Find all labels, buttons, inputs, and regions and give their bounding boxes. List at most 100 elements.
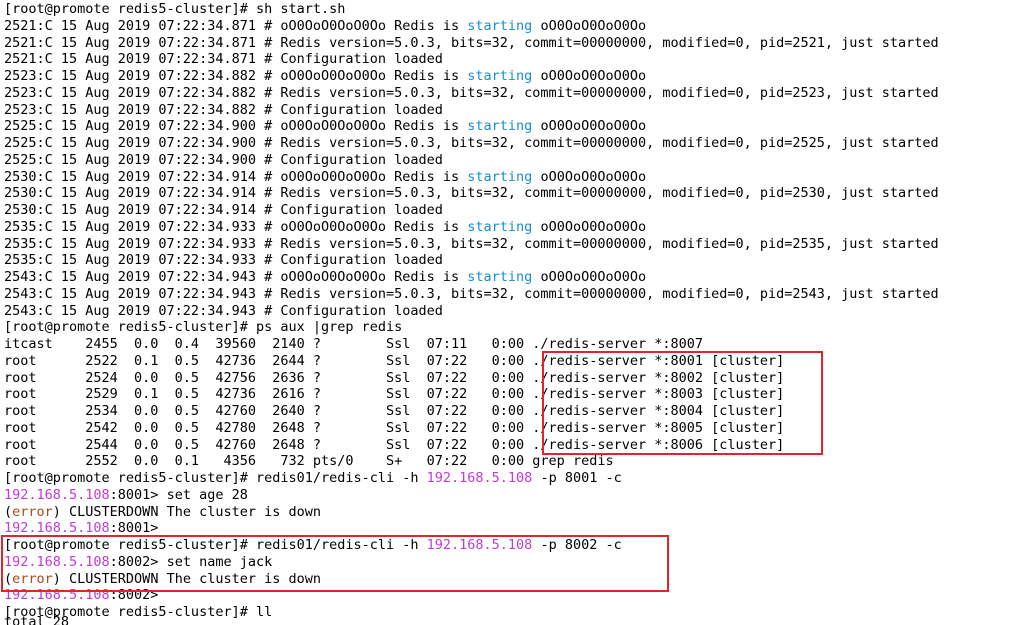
status-word: starting xyxy=(467,118,533,135)
line-text: 2525:C 15 Aug 2019 07:22:34.900 # Config… xyxy=(4,151,443,168)
terminal-line: 2521:C 15 Aug 2019 07:22:34.871 # oO0OoO… xyxy=(4,18,1033,35)
line-text: 2525:C 15 Aug 2019 07:22:34.900 # Redis … xyxy=(4,135,939,151)
terminal-line: 2523:C 15 Aug 2019 07:22:34.882 # Redis … xyxy=(4,85,1033,102)
host-ip: 192.168.5.108 xyxy=(426,470,533,486)
terminal-line: [root@promote redis5-cluster]# redis01/r… xyxy=(4,537,1033,554)
terminal-line: 2523:C 15 Aug 2019 07:22:34.882 # Config… xyxy=(4,102,1033,119)
host-ip: 192.168.5.108 xyxy=(4,486,110,503)
line-text: 2530:C 15 Aug 2019 07:22:34.914 # Redis … xyxy=(4,185,939,202)
line-text: 2543:C 15 Aug 2019 07:22:34.943 # Config… xyxy=(4,302,443,319)
line-text: [root@promote redis5-cluster]# redis01/r… xyxy=(4,537,427,553)
error-label: error xyxy=(12,570,53,587)
terminal-line: 192.168.5.108:8001> xyxy=(4,520,1033,537)
line-text: 2543:C 15 Aug 2019 07:22:34.943 # Redis … xyxy=(4,285,939,302)
line-text: ( xyxy=(4,503,13,520)
line-text: 2521:C 15 Aug 2019 07:22:34.871 # Redis … xyxy=(4,34,939,51)
terminal-line: 2521:C 15 Aug 2019 07:22:34.871 # Redis … xyxy=(4,35,1033,52)
terminal-line: 2530:C 15 Aug 2019 07:22:34.914 # oO0OoO… xyxy=(4,169,1033,186)
terminal-line: 2523:C 15 Aug 2019 07:22:34.882 # oO0OoO… xyxy=(4,68,1033,85)
line-text: 2523:C 15 Aug 2019 07:22:34.882 # oO0OoO… xyxy=(4,68,468,84)
terminal-line: 2525:C 15 Aug 2019 07:22:34.900 # Redis … xyxy=(4,135,1033,152)
terminal-line: 192.168.5.108:8001> set age 28 xyxy=(4,487,1033,504)
terminal-line: 2521:C 15 Aug 2019 07:22:34.871 # Config… xyxy=(4,51,1033,68)
terminal-line: root 2522 0.1 0.5 42736 2644 ? Ssl 07:22… xyxy=(4,353,1033,370)
terminal-line: 2543:C 15 Aug 2019 07:22:34.943 # oO0OoO… xyxy=(4,269,1033,286)
terminal-line: root 2524 0.0 0.5 42756 2636 ? Ssl 07:22… xyxy=(4,370,1033,387)
line-text: [root@promote redis5-cluster]# redis01/r… xyxy=(4,470,427,486)
status-word: starting xyxy=(467,269,533,285)
status-word: starting xyxy=(467,17,533,34)
line-text: oO0OoO0OoO0Oo xyxy=(532,269,647,285)
terminal-window[interactable]: [root@promote redis5-cluster]# sh start.… xyxy=(0,0,1033,625)
terminal-line: 192.168.5.108:8002> xyxy=(4,587,1033,604)
terminal-line: 192.168.5.108:8002> set name jack xyxy=(4,554,1033,571)
host-ip: 192.168.5.108 xyxy=(4,587,110,604)
line-text: -p 8002 -c xyxy=(532,537,622,553)
line-text: root 2544 0.0 0.5 42760 2648 ? Ssl 07:22… xyxy=(4,436,785,453)
line-text: :8002> set name jack xyxy=(109,553,273,570)
line-text: 2521:C 15 Aug 2019 07:22:34.871 # Config… xyxy=(4,51,443,68)
terminal-line: 2530:C 15 Aug 2019 07:22:34.914 # Config… xyxy=(4,202,1033,219)
terminal-line: [root@promote redis5-cluster]# ll xyxy=(4,604,1033,621)
line-text: root 2522 0.1 0.5 42736 2644 ? Ssl 07:22… xyxy=(4,352,785,369)
terminal-line: itcast 2455 0.0 0.4 39560 2140 ? Ssl 07:… xyxy=(4,336,1033,353)
terminal-partial-line: total 28 xyxy=(4,614,70,625)
line-text: root 2534 0.0 0.5 42760 2640 ? Ssl 07:22… xyxy=(4,403,785,419)
line-text: :8001> set age 28 xyxy=(109,486,248,503)
line-text: 2543:C 15 Aug 2019 07:22:34.943 # oO0OoO… xyxy=(4,269,468,285)
line-text: ) CLUSTERDOWN The cluster is down xyxy=(52,503,321,520)
line-text: [root@promote redis5-cluster]# ps aux |g… xyxy=(4,319,403,336)
line-text: 2530:C 15 Aug 2019 07:22:34.914 # Config… xyxy=(4,202,443,218)
line-text: root 2529 0.1 0.5 42736 2616 ? Ssl 07:22… xyxy=(4,386,785,403)
terminal-line: 2525:C 15 Aug 2019 07:22:34.900 # oO0OoO… xyxy=(4,118,1033,135)
line-text: root 2524 0.0 0.5 42756 2636 ? Ssl 07:22… xyxy=(4,369,785,386)
terminal-line: [root@promote redis5-cluster]# redis01/r… xyxy=(4,470,1033,487)
terminal-line: (error) CLUSTERDOWN The cluster is down xyxy=(4,504,1033,521)
terminal-line: (error) CLUSTERDOWN The cluster is down xyxy=(4,571,1033,588)
line-text: ( xyxy=(4,570,13,587)
line-text: 2523:C 15 Aug 2019 07:22:34.882 # Config… xyxy=(4,101,443,118)
line-text: root 2552 0.0 0.1 4356 732 pts/0 S+ 07:2… xyxy=(4,453,614,470)
terminal-line: root 2529 0.1 0.5 42736 2616 ? Ssl 07:22… xyxy=(4,386,1033,403)
host-ip: 192.168.5.108 xyxy=(4,520,110,537)
terminal-line: root 2534 0.0 0.5 42760 2640 ? Ssl 07:22… xyxy=(4,403,1033,420)
terminal-line: 2535:C 15 Aug 2019 07:22:34.933 # Redis … xyxy=(4,236,1033,253)
host-ip: 192.168.5.108 xyxy=(426,537,533,553)
terminal-line: 2530:C 15 Aug 2019 07:22:34.914 # Redis … xyxy=(4,185,1033,202)
error-label: error xyxy=(12,503,53,520)
line-text: oO0OoO0OoO0Oo xyxy=(532,68,647,84)
line-text: oO0OoO0OoO0Oo xyxy=(532,17,647,34)
line-text: 2535:C 15 Aug 2019 07:22:34.933 # oO0OoO… xyxy=(4,218,468,235)
terminal-line: [root@promote redis5-cluster]# ps aux |g… xyxy=(4,319,1033,336)
host-ip: 192.168.5.108 xyxy=(4,553,110,570)
line-text: 2523:C 15 Aug 2019 07:22:34.882 # Redis … xyxy=(4,84,939,101)
terminal-line: root 2544 0.0 0.5 42760 2648 ? Ssl 07:22… xyxy=(4,437,1033,454)
line-text: 2535:C 15 Aug 2019 07:22:34.933 # Redis … xyxy=(4,235,939,252)
terminal-line: root 2552 0.0 0.1 4356 732 pts/0 S+ 07:2… xyxy=(4,453,1033,470)
status-word: starting xyxy=(467,68,533,84)
line-text: root 2542 0.0 0.5 42780 2648 ? Ssl 07:22… xyxy=(4,419,785,436)
terminal-line: 2535:C 15 Aug 2019 07:22:34.933 # oO0OoO… xyxy=(4,219,1033,236)
line-text: oO0OoO0OoO0Oo xyxy=(532,168,647,185)
terminal-line: 2535:C 15 Aug 2019 07:22:34.933 # Config… xyxy=(4,252,1033,269)
line-text: :8002> xyxy=(109,587,159,604)
terminal-line: root 2542 0.0 0.5 42780 2648 ? Ssl 07:22… xyxy=(4,420,1033,437)
terminal-output: [root@promote redis5-cluster]# sh start.… xyxy=(4,1,1033,621)
line-text: oO0OoO0OoO0Oo xyxy=(532,118,647,135)
status-word: starting xyxy=(467,218,533,235)
terminal-line: 2543:C 15 Aug 2019 07:22:34.943 # Config… xyxy=(4,303,1033,320)
line-text: itcast 2455 0.0 0.4 39560 2140 ? Ssl 07:… xyxy=(4,336,703,352)
line-text: oO0OoO0OoO0Oo xyxy=(532,218,647,235)
line-text: 2525:C 15 Aug 2019 07:22:34.900 # oO0OoO… xyxy=(4,118,468,135)
status-word: starting xyxy=(467,168,533,185)
terminal-line: 2525:C 15 Aug 2019 07:22:34.900 # Config… xyxy=(4,152,1033,169)
terminal-line: [root@promote redis5-cluster]# sh start.… xyxy=(4,1,1033,18)
line-text: [root@promote redis5-cluster]# sh start.… xyxy=(4,1,346,17)
line-text: ) CLUSTERDOWN The cluster is down xyxy=(52,570,321,587)
line-text: 2535:C 15 Aug 2019 07:22:34.933 # Config… xyxy=(4,252,443,269)
line-text: 2530:C 15 Aug 2019 07:22:34.914 # oO0OoO… xyxy=(4,168,468,185)
line-text: 2521:C 15 Aug 2019 07:22:34.871 # oO0OoO… xyxy=(4,17,468,34)
terminal-line: 2543:C 15 Aug 2019 07:22:34.943 # Redis … xyxy=(4,286,1033,303)
line-text: :8001> xyxy=(109,520,159,537)
line-text: -p 8001 -c xyxy=(532,470,622,486)
